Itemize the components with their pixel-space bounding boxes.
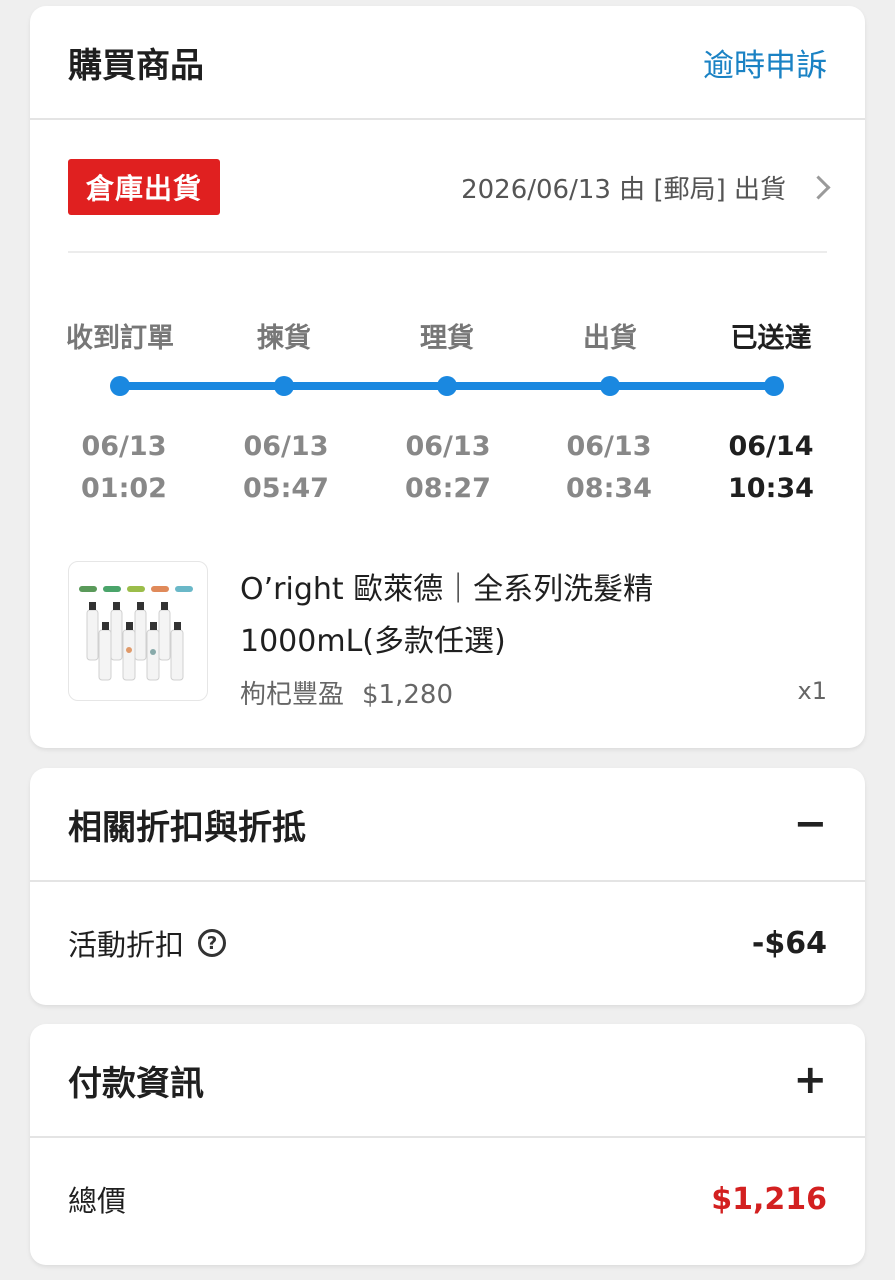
total-price-label: 總價 [68, 1184, 127, 1218]
total-price-value: $1,216 [711, 1181, 827, 1217]
order-card: 購買商品 逾時申訴 倉庫出貨 2026/06/13 由 [郵局] 出貨 收到訂單… [30, 6, 865, 748]
product-variant: 枸杞豐盈 [240, 680, 345, 710]
step-clock: 08:27 [405, 473, 491, 504]
product-price: $1,280 [362, 680, 453, 710]
step-time-sorting: 06/13 08:27 [373, 426, 523, 510]
shipping-info[interactable]: 2026/06/13 由 [郵局] 出貨 [461, 169, 831, 206]
payment-card-header[interactable]: 付款資訊 + [30, 1024, 865, 1138]
step-dot-sorting [437, 376, 457, 396]
step-label-picking: 揀貨 [257, 323, 311, 354]
product-thumbnail[interactable] [68, 561, 208, 701]
shipping-info-text: 2026/06/13 由 [郵局] 出貨 [461, 174, 786, 205]
payment-card: 付款資訊 + 總價 $1,216 [30, 1024, 865, 1265]
warehouse-shipping-badge: 倉庫出貨 [68, 159, 221, 215]
activity-discount-label-group: 活動折扣 ? [68, 922, 227, 964]
step-date: 06/13 [243, 431, 329, 462]
step-dot-received [110, 376, 130, 396]
step-time-shipped: 06/13 08:34 [534, 426, 684, 510]
step-label-sorting: 理貨 [420, 323, 474, 354]
step-clock: 10:34 [728, 473, 814, 504]
order-card-header: 購買商品 逾時申訴 [30, 6, 865, 120]
step-time-received: 06/13 01:02 [49, 426, 199, 510]
step-date: 06/13 [405, 431, 491, 462]
activity-discount-label: 活動折扣 [68, 928, 185, 962]
activity-discount-row: 活動折扣 ? -$64 [30, 882, 865, 1004]
step-dot-shipped [600, 376, 620, 396]
overdue-appeal-link[interactable]: 逾時申訴 [703, 40, 827, 85]
product-variant-price: 枸杞豐盈 $1,280 [240, 674, 453, 711]
step-clock: 08:34 [566, 473, 652, 504]
step-label-received: 收到訂單 [66, 323, 174, 354]
shampoo-bottles-image [79, 586, 193, 681]
step-dot-delivered [764, 376, 784, 396]
step-label-delivered: 已送達 [730, 323, 812, 354]
collapse-minus-icon[interactable]: − [793, 801, 827, 847]
discount-card: 相關折扣與折抵 − 活動折扣 ? -$64 [30, 768, 865, 1005]
chevron-right-icon [806, 174, 831, 200]
help-question-icon[interactable]: ? [198, 929, 227, 957]
total-price-row: 總價 $1,216 [30, 1138, 865, 1260]
expand-plus-icon[interactable]: + [793, 1057, 827, 1103]
step-dot-picking [274, 376, 294, 396]
product-name[interactable]: O’right 歐萊德｜全系列洗髮精 1000mL(多款任選) [240, 564, 800, 668]
discount-card-header[interactable]: 相關折扣與折抵 − [30, 768, 865, 882]
payment-card-title: 付款資訊 [68, 1063, 204, 1104]
order-card-title: 購買商品 [68, 45, 204, 86]
activity-discount-value: -$64 [751, 925, 827, 961]
product-quantity: x1 [797, 677, 827, 705]
step-label-shipped: 出貨 [583, 323, 637, 354]
step-clock: 05:47 [243, 473, 329, 504]
step-time-delivered: 06/14 10:34 [696, 426, 846, 510]
step-date: 06/14 [728, 431, 814, 462]
shipping-row[interactable]: 倉庫出貨 2026/06/13 由 [郵局] 出貨 [68, 158, 831, 216]
step-time-picking: 06/13 05:47 [211, 426, 361, 510]
discount-card-title: 相關折扣與折抵 [68, 807, 306, 848]
step-date: 06/13 [81, 431, 167, 462]
step-date: 06/13 [566, 431, 652, 462]
step-clock: 01:02 [81, 473, 167, 504]
divider [68, 251, 827, 253]
